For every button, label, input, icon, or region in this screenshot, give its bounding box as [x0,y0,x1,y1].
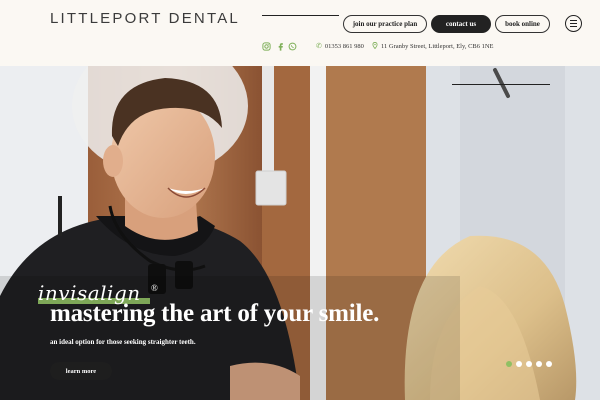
hero-headline: mastering the art of your smile. [50,300,380,327]
slider-dot[interactable] [526,361,532,367]
slider-dot[interactable] [546,361,552,367]
slider-dot[interactable] [516,361,522,367]
hero-image [0,66,600,400]
address-text: 11 Granby Street, Littleport, Ely, CB6 1… [381,43,494,50]
site-header: LITTLEPORT DENTAL join our practice plan… [0,0,600,66]
location-pin-icon [372,42,378,51]
address-info[interactable]: 11 Granby Street, Littleport, Ely, CB6 1… [372,42,494,51]
learn-more-button[interactable]: learn more [50,362,112,380]
slider-dot[interactable] [536,361,542,367]
facebook-icon[interactable] [276,42,285,51]
hero-divider [452,84,550,85]
contact-button[interactable]: contact us [431,15,491,33]
phone-icon: ✆ [316,42,322,50]
slider-dots [506,361,552,367]
instagram-icon[interactable] [262,42,271,51]
hamburger-menu-icon[interactable] [565,15,582,32]
site-logo[interactable]: LITTLEPORT DENTAL [50,10,240,27]
slider-dot[interactable] [506,361,512,367]
phone-info[interactable]: ✆ 01353 861 980 [316,42,364,50]
practice-plan-button[interactable]: join our practice plan [343,15,427,33]
phone-number: 01353 861 980 [324,42,364,50]
hero-slider: invisalign ® mastering the art of your s… [0,66,600,400]
header-divider [262,15,339,16]
whatsapp-icon[interactable] [288,42,297,51]
registered-mark: ® [151,283,158,293]
hero-subline: an ideal option for those seeking straig… [50,338,196,346]
book-online-button[interactable]: book online [495,15,550,33]
